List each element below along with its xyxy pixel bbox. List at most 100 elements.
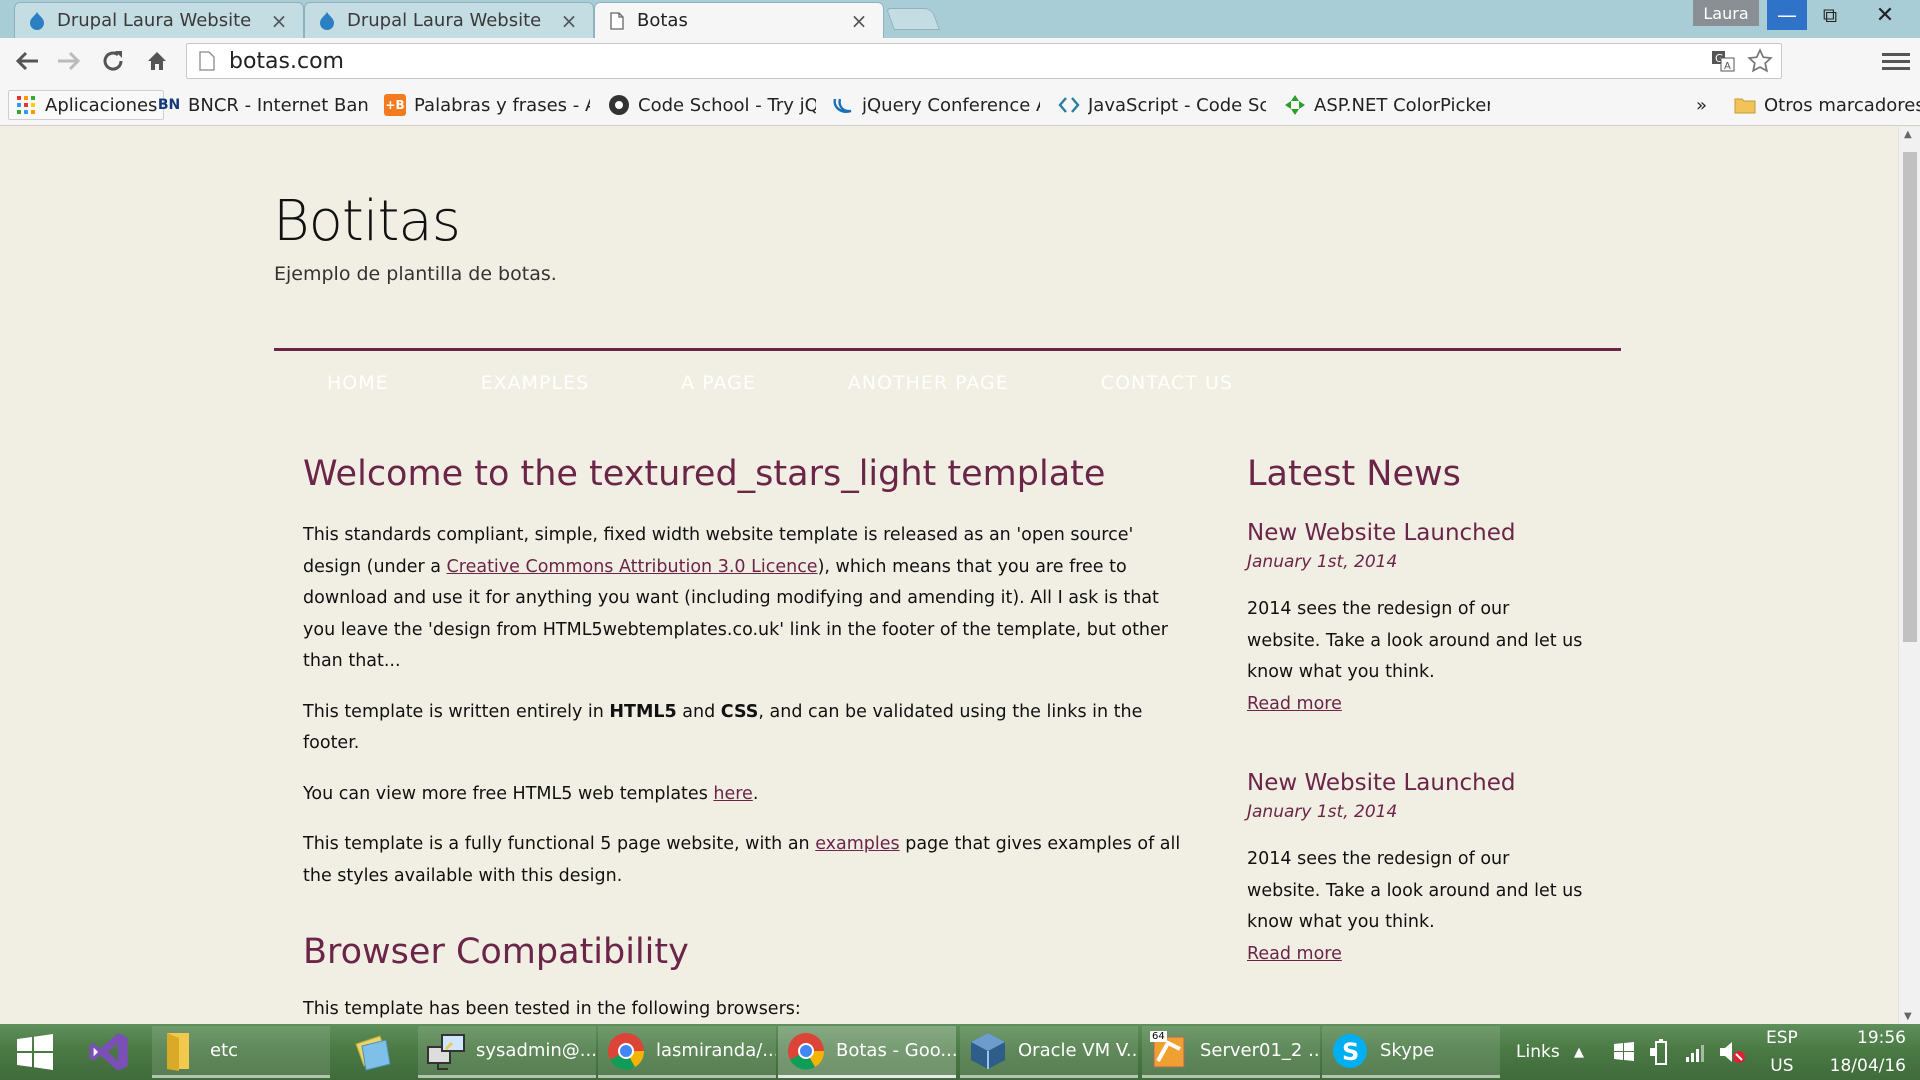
taskbar-skype[interactable]: S Skype — [1322, 1026, 1500, 1078]
bookmark-bncr[interactable]: BN BNCR - Internet Banki — [158, 90, 368, 120]
page-icon — [199, 51, 215, 71]
nav-home[interactable]: HOME — [327, 372, 389, 394]
nav-a-page[interactable]: A PAGE — [681, 372, 756, 394]
read-more-link[interactable]: Read more — [1247, 694, 1342, 714]
putty-icon — [426, 1031, 466, 1071]
scroll-up-icon[interactable]: ▲ — [1904, 129, 1912, 140]
bookmark-jquery-conference[interactable]: jQuery Conference Au — [832, 90, 1040, 120]
back-icon[interactable] — [12, 46, 42, 76]
licence-link[interactable]: Creative Commons Attribution 3.0 Licence — [447, 557, 818, 577]
bookmark-code-school[interactable]: Code School - Try jQu — [608, 90, 816, 120]
html5-paragraph: This template is written entirely in HTM… — [303, 701, 1143, 754]
bookmarks-overflow-button[interactable]: » — [1696, 90, 1707, 120]
close-tab-icon[interactable]: × — [559, 9, 579, 33]
browser-tabstrip: Drupal Laura Website × Drupal Laura Webs… — [0, 0, 1920, 38]
more-templates-paragraph: You can view more free HTML5 web templat… — [303, 783, 759, 804]
translate-icon[interactable]: GA — [1711, 49, 1735, 73]
start-button[interactable] — [4, 1026, 66, 1078]
nav-examples[interactable]: EXAMPLES — [481, 372, 590, 394]
home-icon[interactable] — [142, 46, 172, 76]
site-title[interactable]: Botitas — [273, 189, 461, 254]
news-title: New Website Launched — [1247, 770, 1516, 796]
menu-icon[interactable] — [1882, 46, 1910, 76]
nav-contact-us[interactable]: CONTACT US — [1101, 372, 1233, 394]
taskbar-putty[interactable]: sysadmin@... — [418, 1026, 596, 1078]
star-icon[interactable] — [1747, 48, 1773, 74]
network-icon[interactable] — [1684, 1024, 1708, 1080]
visual-studio-icon — [89, 1033, 128, 1071]
examples-link[interactable]: examples — [815, 834, 899, 854]
action-center-icon[interactable] — [1612, 1024, 1636, 1080]
nav-another-page[interactable]: ANOTHER PAGE — [848, 372, 1009, 394]
site-slogan: Ejemplo de plantilla de botas. — [274, 263, 557, 285]
tab-title: Botas — [637, 10, 688, 31]
tab-botas[interactable]: Botas × — [594, 2, 884, 38]
bookmark-aspnet-colorpicker[interactable]: ASP.NET ColorPicker E — [1284, 90, 1490, 120]
news-date: January 1st, 2014 — [1247, 802, 1398, 822]
page-scrollbar[interactable]: ▲ ▼ — [1898, 127, 1920, 1024]
close-window-icon[interactable]: ✕ — [1850, 0, 1920, 30]
news-date: January 1st, 2014 — [1247, 552, 1398, 572]
windows-start-icon — [17, 1034, 53, 1070]
scroll-thumb[interactable] — [1903, 152, 1917, 642]
examples-paragraph: This template is a fully functional 5 pa… — [303, 834, 1181, 886]
bookmark-other[interactable]: Otros marcadores — [1734, 90, 1920, 120]
taskbar-etc[interactable]: etc — [152, 1026, 330, 1078]
browser-toolbar: botas.com GA — [0, 38, 1920, 84]
apps-grid-icon — [15, 94, 37, 116]
folder-icon — [1734, 94, 1756, 116]
news-text: 2014 sees the redesign of our website. T… — [1247, 599, 1583, 682]
svg-text:S: S — [1342, 1038, 1359, 1066]
battery-icon[interactable] — [1648, 1024, 1674, 1080]
here-link[interactable]: here — [713, 784, 752, 804]
reload-icon[interactable] — [98, 46, 128, 76]
volume-muted-icon[interactable] — [1718, 1024, 1746, 1080]
chrome-icon — [786, 1031, 826, 1071]
scroll-down-icon[interactable]: ▼ — [1904, 1011, 1912, 1022]
url-text[interactable]: botas.com — [229, 49, 344, 74]
news-item: New Website Launched January 1st, 2014 2… — [1247, 770, 1587, 970]
bookmark-palabras[interactable]: +B Palabras y frases - Apr — [384, 90, 590, 120]
tab-drupal-1[interactable]: Drupal Laura Website × — [14, 2, 304, 38]
tab-drupal-2[interactable]: Drupal Laura Website × — [304, 2, 594, 38]
close-tab-icon[interactable]: × — [269, 9, 289, 33]
links-toolbar[interactable]: Links — [1516, 1024, 1560, 1080]
tray-overflow-icon[interactable]: ▲ — [1574, 1024, 1584, 1080]
taskbar-sticky-notes[interactable] — [342, 1026, 404, 1078]
tab-title: Drupal Laura Website — [57, 10, 252, 31]
browser-compat-heading: Browser Compatibility — [303, 932, 689, 972]
input-language[interactable]: ESP US — [1766, 1024, 1798, 1080]
vmware-icon: 64 — [1150, 1030, 1190, 1071]
bookmarks-bar: Aplicaciones BN BNCR - Internet Banki +B… — [0, 84, 1920, 126]
code-school-icon — [608, 94, 630, 116]
read-more-link[interactable]: Read more — [1247, 944, 1342, 964]
news-item: New Website Launched January 1st, 2014 2… — [1247, 520, 1587, 720]
drupal-icon — [320, 11, 334, 30]
taskbar-vmware-server[interactable]: 64 Server01_2 ... — [1142, 1026, 1320, 1078]
bookmark-javascript-code-school[interactable]: JavaScript - Code Sch — [1058, 90, 1266, 120]
restore-icon[interactable]: ⧉ — [1810, 0, 1850, 30]
profile-button[interactable]: Laura — [1693, 0, 1759, 26]
close-tab-icon[interactable]: × — [849, 9, 869, 33]
new-tab-button[interactable] — [885, 8, 941, 30]
bookmark-apps[interactable]: Aplicaciones — [8, 90, 165, 120]
taskbar-visual-studio[interactable] — [78, 1026, 140, 1078]
skype-icon: S — [1330, 1031, 1370, 1071]
code-brackets-icon — [1058, 94, 1080, 116]
address-bar[interactable]: botas.com GA — [186, 43, 1782, 79]
virtualbox-icon — [968, 1031, 1008, 1071]
forward-icon[interactable] — [54, 46, 84, 76]
vmware-badge: 64 — [1150, 1030, 1167, 1042]
clock[interactable]: 19:56 18/04/16 — [1826, 1024, 1906, 1080]
tab-title: Drupal Laura Website — [347, 10, 542, 31]
sidebar: Latest News New Website Launched January… — [1247, 454, 1587, 1020]
windows-taskbar: etc sysadmin@... lasmiranda/... Botas - … — [0, 1024, 1920, 1080]
page-title: Welcome to the textured_stars_light temp… — [303, 454, 1106, 494]
sticky-notes-icon — [355, 1035, 391, 1071]
taskbar-chrome-botas[interactable]: Botas - Goo... — [778, 1026, 956, 1078]
taskbar-chrome-lasmiranda[interactable]: lasmiranda/... — [598, 1026, 776, 1078]
plus-b-icon: +B — [384, 94, 406, 116]
svg-text:A: A — [1724, 61, 1731, 72]
minimize-icon[interactable]: — — [1767, 0, 1807, 30]
taskbar-virtualbox[interactable]: Oracle VM V... — [960, 1026, 1138, 1078]
